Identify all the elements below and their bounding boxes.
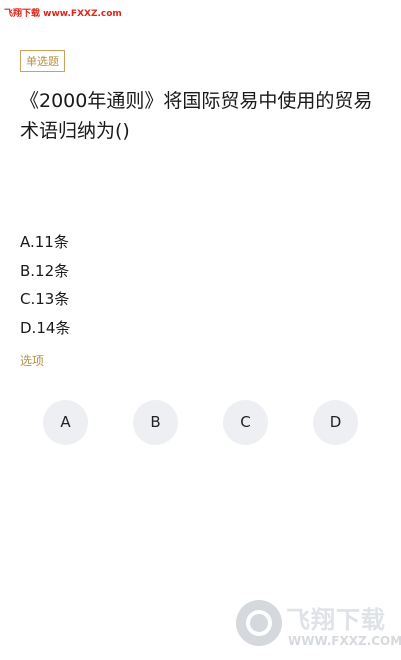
option-a: A.11条	[20, 233, 69, 251]
choice-d-button[interactable]: D	[313, 400, 358, 445]
watermark-url: WWW.FXXZ.COM	[288, 634, 401, 648]
option-list: A.11条 B.12条 C.13条 D.14条	[20, 228, 70, 342]
question-type-badge: 单选题	[20, 50, 65, 72]
watermark-top: 飞翔下载 www.FXXZ.com	[4, 9, 122, 19]
choice-c-button[interactable]: C	[223, 400, 268, 445]
option-c: C.13条	[20, 290, 70, 308]
choice-a-button[interactable]: A	[43, 400, 88, 445]
watermark-logo-icon	[236, 600, 282, 646]
question-text: 《2000年通则》将国际贸易中使用的贸易术语归纳为()	[20, 90, 373, 142]
option-d: D.14条	[20, 318, 71, 337]
option-b: B.12条	[20, 261, 70, 280]
watermark-bottom: 飞翔下载 WWW.FXXZ.COM	[236, 598, 401, 654]
answer-section-label: 选项	[20, 354, 45, 368]
choice-b-button[interactable]: B	[133, 400, 178, 445]
watermark-name: 飞翔下载	[286, 606, 386, 634]
